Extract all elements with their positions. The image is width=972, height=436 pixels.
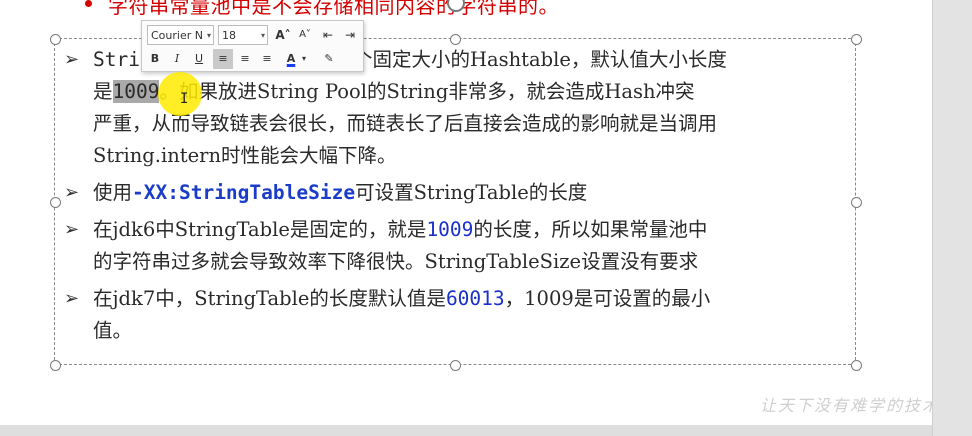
font-size-box[interactable]: 18 ▾ bbox=[218, 25, 268, 45]
font-name-box[interactable]: Courier N ▾ bbox=[147, 25, 214, 45]
decrease-indent-icon[interactable]: ⇤ bbox=[318, 25, 338, 45]
bullet-1-start-text: Stri bbox=[93, 48, 140, 71]
selected-text-1009[interactable]: 1009 bbox=[112, 80, 160, 103]
align-left-icon[interactable]: ≡ bbox=[213, 49, 233, 69]
resize-handle-bottom-right[interactable] bbox=[851, 360, 862, 371]
format-painter-icon[interactable]: ✎ bbox=[319, 49, 339, 69]
underline-button[interactable]: U bbox=[189, 49, 209, 69]
shrink-font-button[interactable]: A˅ bbox=[295, 25, 315, 45]
bullet-item-jdk6: ➢ 在jdk6中StringTable是固定的，就是1009的长度，所以如果常量… bbox=[60, 214, 850, 278]
mini-formatting-toolbar: Courier N ▾ 18 ▾ A˄ A˅ ⇤ ⇥ B I U ≡ ≡ ≡ A ▾… bbox=[141, 20, 364, 72]
jdk6-value: 1009 bbox=[426, 218, 474, 241]
bullet-1-line-1-end: 是一个固定大小的Hashtable，默认值大小长度 bbox=[313, 48, 727, 71]
align-center-icon[interactable]: ≡ bbox=[235, 49, 255, 69]
bottom-status-bar bbox=[0, 425, 932, 436]
jdk7-value: 60013 bbox=[445, 287, 505, 310]
top-line-text: 字符串常量池中是不会存储相同内容的字符串的。 bbox=[108, 0, 559, 18]
bullet-1-line-2: 是1009。如果放进String Pool的String非常多，就会造成Hash… bbox=[93, 80, 695, 103]
watermark-text: 让天下没有难学的技术 bbox=[760, 396, 932, 415]
bullet-3-line-2: 的字符串过多就会导致效率下降很快。StringTableSize设置没有要求 bbox=[93, 250, 699, 273]
grow-font-button[interactable]: A˄ bbox=[273, 25, 293, 45]
bullet-item-jdk7: ➢ 在jdk7中，StringTable的长度默认值是60013，1009是可设… bbox=[60, 283, 850, 347]
bold-button[interactable]: B bbox=[145, 49, 165, 69]
right-scrollbar[interactable] bbox=[932, 0, 972, 436]
arrow-bullet-icon: ➢ bbox=[64, 182, 80, 203]
chevron-down-icon[interactable]: ▾ bbox=[207, 26, 211, 44]
chevron-down-icon[interactable]: ▾ bbox=[261, 26, 265, 46]
text-cursor-icon: I bbox=[180, 91, 189, 107]
align-right-icon[interactable]: ≡ bbox=[257, 49, 277, 69]
italic-button[interactable]: I bbox=[167, 49, 187, 69]
resize-handle-bottom-center[interactable] bbox=[450, 360, 461, 371]
bullet-item-param: ➢ 使用-XX:StringTableSize可设置StringTable的长度 bbox=[60, 177, 850, 209]
arrow-bullet-icon: ➢ bbox=[64, 288, 80, 309]
increase-indent-icon[interactable]: ⇥ bbox=[340, 25, 360, 45]
chevron-down-icon[interactable]: ▾ bbox=[299, 49, 309, 69]
resize-handle-middle-right[interactable] bbox=[851, 197, 862, 208]
red-bullet-dot bbox=[85, 0, 92, 7]
slide-canvas[interactable]: 字符串常量池中是不会存储相同内容的字符串的。 ➢ Stri 是一个固定大小的Has… bbox=[0, 0, 932, 425]
jvm-param-text: -XX:StringTableSize bbox=[132, 181, 356, 204]
arrow-bullet-icon: ➢ bbox=[64, 49, 80, 70]
font-color-button[interactable]: A bbox=[281, 49, 301, 69]
resize-handle-top-right[interactable] bbox=[851, 34, 862, 45]
resize-handle-bottom-left[interactable] bbox=[50, 360, 61, 371]
bullet-4-line-2: 值。 bbox=[93, 319, 133, 342]
bullet-1-line-4: String.intern时性能会大幅下降。 bbox=[93, 144, 397, 167]
arrow-bullet-icon: ➢ bbox=[64, 219, 80, 240]
bullet-1-line-3: 严重，从而导致链表会很长，而链表长了后直接会造成的影响就是当调用 bbox=[93, 112, 718, 135]
